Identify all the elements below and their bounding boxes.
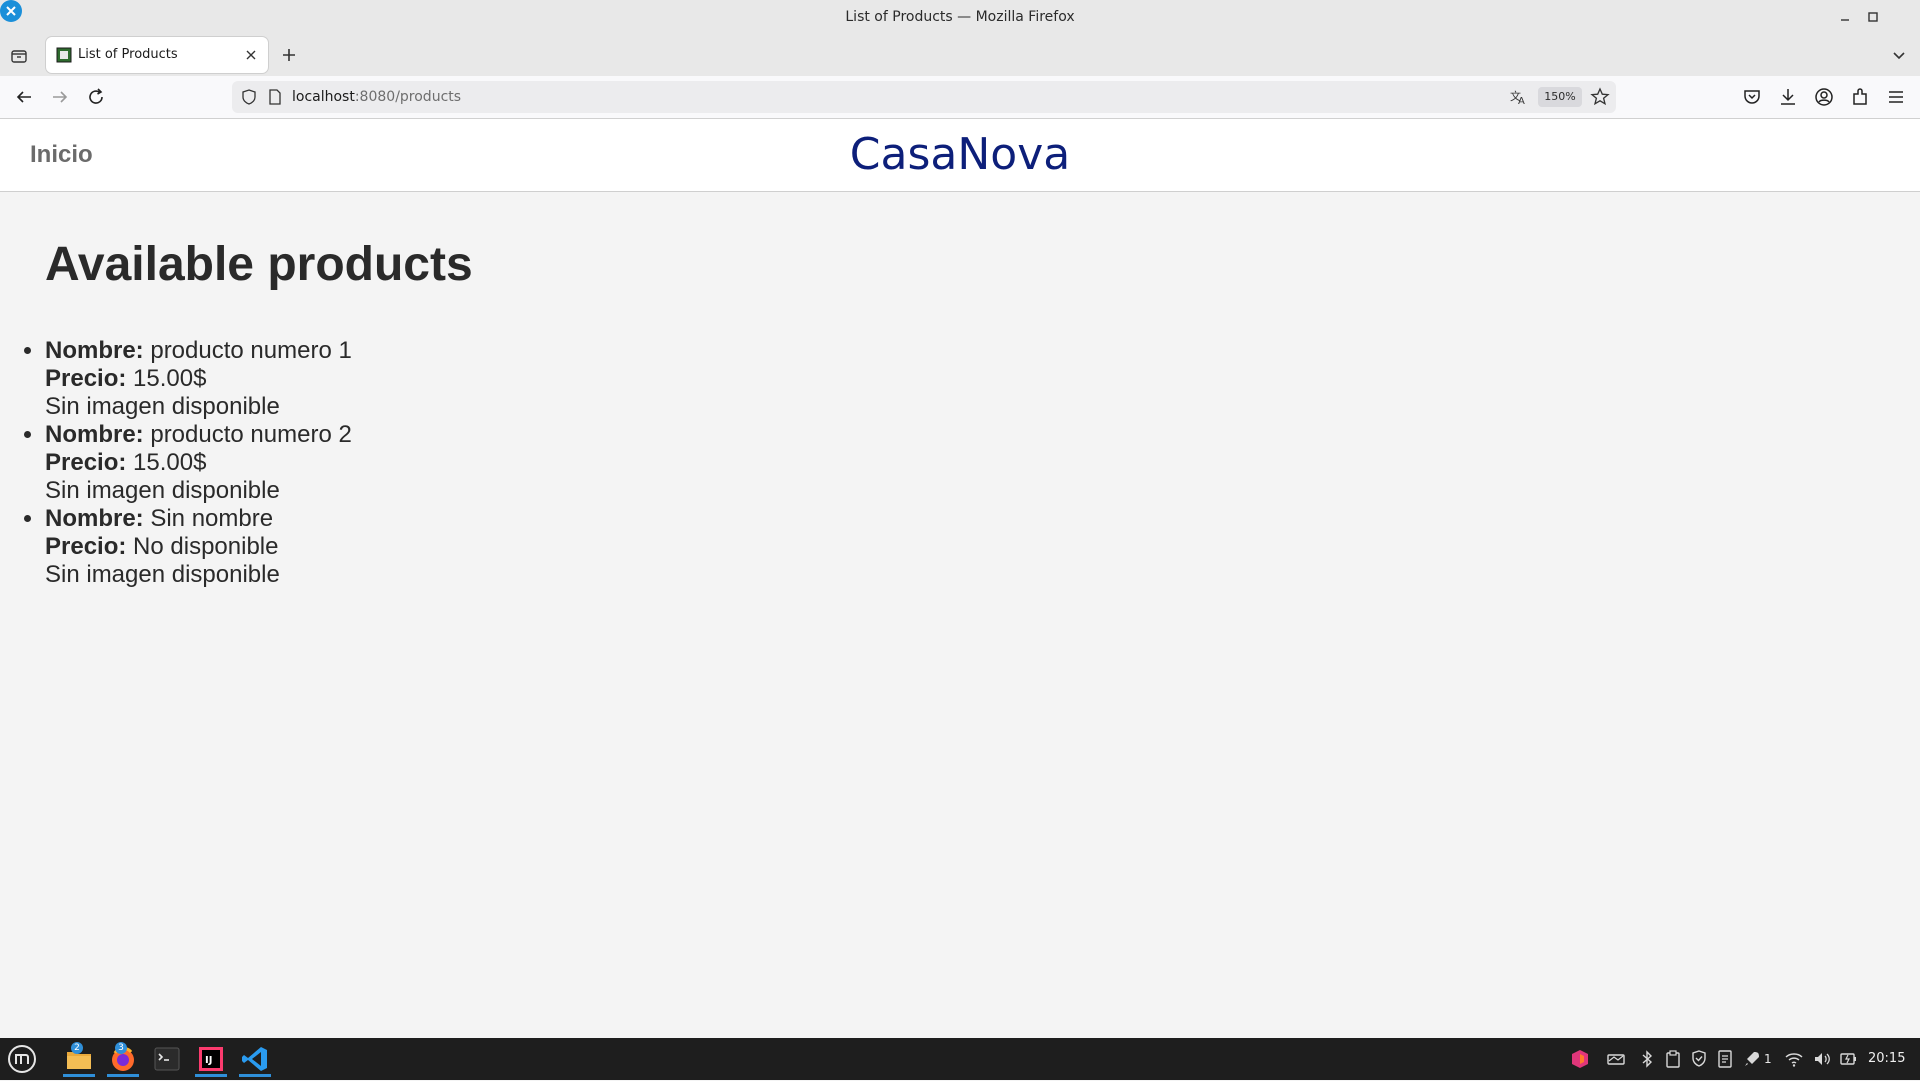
chevron-down-icon[interactable] xyxy=(1888,44,1910,66)
forward-arrow-icon[interactable] xyxy=(48,85,72,109)
url-text[interactable]: localhost:8080/products xyxy=(292,81,461,113)
window-title: List of Products — Mozilla Firefox xyxy=(845,9,1075,25)
os-taskbar: 2 3 IJ 1 20:15 xyxy=(0,1038,1920,1080)
running-indicator xyxy=(239,1074,271,1077)
tab-title: List of Products xyxy=(78,47,178,62)
product-price: No disponible xyxy=(133,533,279,560)
bluetooth-icon[interactable] xyxy=(1637,1049,1657,1069)
wifi-icon[interactable] xyxy=(1784,1049,1804,1069)
clock[interactable]: 20:15 xyxy=(1868,1038,1905,1080)
tab-list-of-products[interactable]: List of Products xyxy=(46,37,268,73)
minimize-icon[interactable] xyxy=(1834,6,1856,28)
hamburger-menu-icon[interactable] xyxy=(1884,85,1908,109)
page-content: Inicio CasaNova Available products Nombr… xyxy=(0,119,1920,1038)
url-bar[interactable]: localhost:8080/products 文A 150% xyxy=(232,81,1616,113)
taskbar-app-firefox[interactable]: 3 xyxy=(105,1041,141,1077)
list-item: Nombre: producto numero 2 Precio: 15.00$… xyxy=(45,421,352,505)
product-image-note: Sin imagen disponible xyxy=(45,477,280,504)
name-label: Nombre: xyxy=(45,505,144,532)
firefox-badge: 3 xyxy=(115,1042,127,1054)
navigation-toolbar: localhost:8080/products 文A 150% xyxy=(0,76,1920,119)
product-price: 15.00$ xyxy=(133,449,207,476)
product-name: producto numero 2 xyxy=(150,421,352,448)
product-list: Nombre: producto numero 1 Precio: 15.00$… xyxy=(45,337,352,589)
account-icon[interactable] xyxy=(1812,85,1836,109)
shield-check-icon[interactable] xyxy=(1689,1049,1709,1069)
taskbar-app-terminal[interactable] xyxy=(149,1041,185,1077)
url-host: localhost xyxy=(292,89,355,105)
clipboard-icon[interactable] xyxy=(1663,1049,1683,1069)
product-name: producto numero 1 xyxy=(150,337,352,364)
list-item: Nombre: Sin nombre Precio: No disponible… xyxy=(45,505,352,589)
reload-icon[interactable] xyxy=(84,85,108,109)
site-header: Inicio CasaNova xyxy=(0,119,1920,192)
tab-list-icon[interactable] xyxy=(8,45,30,67)
bookmark-star-icon[interactable] xyxy=(1590,87,1610,107)
taskbar-app-files[interactable]: 2 xyxy=(61,1041,97,1077)
back-arrow-icon[interactable] xyxy=(12,85,36,109)
running-indicator xyxy=(63,1074,95,1077)
terminal-icon xyxy=(154,1047,180,1071)
taskbar-app-vscode[interactable] xyxy=(237,1041,273,1077)
running-indicator xyxy=(107,1074,139,1077)
new-tab-icon[interactable] xyxy=(278,44,300,66)
volume-icon[interactable] xyxy=(1812,1049,1832,1069)
page-icon[interactable] xyxy=(266,88,284,106)
url-path: :8080/products xyxy=(354,89,462,105)
notes-icon[interactable] xyxy=(1715,1049,1735,1069)
svg-text:A: A xyxy=(1518,96,1525,107)
drive-icon[interactable] xyxy=(1606,1049,1626,1069)
product-image-note: Sin imagen disponible xyxy=(45,393,280,420)
taskbar-app-intellij[interactable]: IJ xyxy=(193,1041,229,1077)
name-label: Nombre: xyxy=(45,337,144,364)
files-badge: 2 xyxy=(71,1042,83,1054)
maximize-icon[interactable] xyxy=(1862,6,1884,28)
shield-icon[interactable] xyxy=(240,88,258,106)
favicon-icon xyxy=(56,47,72,63)
price-label: Precio: xyxy=(45,365,127,392)
tray-notification-count: 1 xyxy=(1764,1052,1772,1066)
name-label: Nombre: xyxy=(45,421,144,448)
price-label: Precio: xyxy=(45,449,127,476)
translate-icon[interactable]: 文A xyxy=(1508,87,1528,107)
product-image-note: Sin imagen disponible xyxy=(45,561,280,588)
running-indicator xyxy=(195,1074,227,1077)
product-name: Sin nombre xyxy=(150,505,274,532)
tab-strip: List of Products xyxy=(0,34,1920,76)
list-item: Nombre: producto numero 1 Precio: 15.00$… xyxy=(45,337,352,421)
svg-text:IJ: IJ xyxy=(205,1055,212,1066)
page-title: Available products xyxy=(45,238,473,291)
product-price: 15.00$ xyxy=(133,365,207,392)
price-label: Precio: xyxy=(45,533,127,560)
mint-menu-icon[interactable] xyxy=(6,1043,38,1075)
vscode-icon xyxy=(242,1047,267,1071)
intellij-icon: IJ xyxy=(199,1047,223,1071)
close-tab-icon[interactable] xyxy=(242,46,260,64)
download-icon[interactable] xyxy=(1776,85,1800,109)
rocket-icon[interactable] xyxy=(1742,1049,1762,1069)
window-titlebar: List of Products — Mozilla Firefox xyxy=(0,0,1920,34)
battery-icon[interactable] xyxy=(1838,1049,1858,1069)
zoom-level-badge[interactable]: 150% xyxy=(1538,87,1582,107)
pocket-icon[interactable] xyxy=(1740,85,1764,109)
extensions-icon[interactable] xyxy=(1848,85,1872,109)
tray-app-icon[interactable] xyxy=(1570,1049,1590,1069)
site-brand: CasaNova xyxy=(849,129,1071,180)
